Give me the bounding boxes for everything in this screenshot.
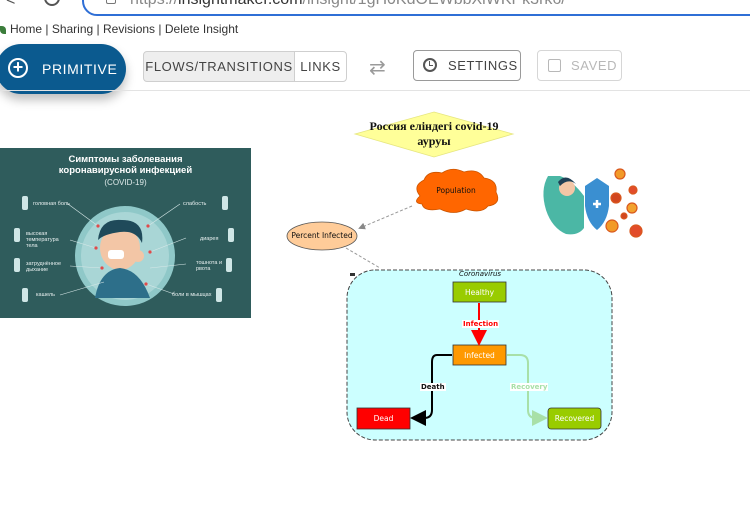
dead-label: Dead bbox=[373, 414, 394, 423]
virus-shield-image[interactable] bbox=[543, 168, 643, 238]
link-percent-to-folder[interactable] bbox=[345, 247, 381, 269]
infected-label: Infected bbox=[464, 351, 495, 360]
recovery-label: Recovery bbox=[510, 383, 549, 391]
population-label: Population bbox=[436, 186, 476, 195]
percent-infected-label: Percent Infected bbox=[291, 231, 353, 240]
infection-label: Infection bbox=[462, 320, 500, 328]
folder-label: Coronavirus bbox=[458, 270, 502, 278]
death-label: Death bbox=[420, 383, 446, 391]
healthy-label: Healthy bbox=[464, 288, 495, 297]
recovered-label: Recovered bbox=[554, 414, 595, 423]
link-population-to-percent[interactable] bbox=[358, 205, 413, 230]
folder-collapse-icon[interactable] bbox=[350, 273, 355, 276]
model-diagram bbox=[286, 111, 643, 441]
model-title: Россия еліндегі covid-19 ауруы bbox=[369, 119, 499, 148]
